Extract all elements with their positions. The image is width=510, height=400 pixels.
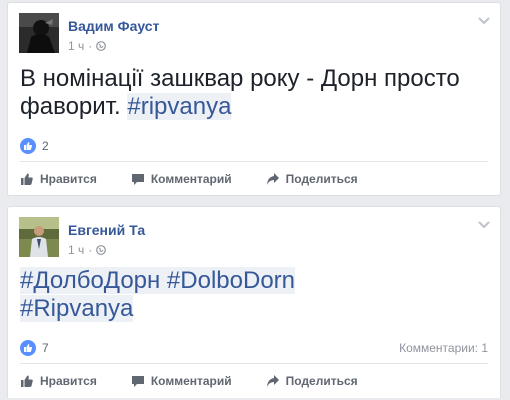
post-text: #ДолбоДорн #DolboDorn #Ripvanya (20, 267, 490, 323)
comment-button[interactable]: Комментарий (131, 374, 232, 388)
post-text: В номінації зашквар року - Дорн просто ф… (20, 65, 490, 121)
like-count[interactable]: 7 (20, 340, 49, 356)
thumb-icon (21, 375, 33, 387)
like-label: Нравится (40, 172, 97, 186)
globe-icon[interactable] (96, 245, 107, 255)
share-icon (266, 173, 279, 185)
comment-button[interactable]: Комментарий (131, 172, 232, 186)
comment-label: Комментарий (150, 172, 232, 186)
meta-separator: · (88, 243, 93, 257)
comments-count[interactable]: Комментарии: 1 (399, 341, 488, 355)
like-count-value: 2 (42, 139, 49, 153)
chevron-down-icon[interactable] (478, 221, 490, 229)
action-bar: Нравится Комментарий Поделиться (20, 374, 392, 388)
post-card: Евгений Та 1 ч · #ДолбоДорн #DolboDorn #… (7, 206, 501, 398)
share-button[interactable]: Поделиться (266, 374, 358, 388)
thumb-icon (21, 173, 33, 185)
post-time[interactable]: 1 ч (68, 243, 84, 257)
share-label: Поделиться (285, 172, 358, 186)
globe-icon[interactable] (96, 41, 107, 51)
author-name[interactable]: Вадим Фауст (68, 18, 159, 34)
post-time[interactable]: 1 ч (68, 39, 84, 53)
post-meta: 1 ч · (68, 39, 107, 53)
like-button[interactable]: Нравится (20, 172, 97, 186)
hashtag-link[interactable]: #ДолбоДорн #DolboDorn (20, 267, 296, 294)
comment-icon (131, 376, 144, 387)
chevron-down-icon[interactable] (478, 17, 490, 25)
avatar[interactable] (19, 217, 59, 257)
share-label: Поделиться (285, 374, 358, 388)
post-card: Вадим Фауст 1 ч · В номінації зашквар ро… (7, 2, 501, 196)
avatar[interactable] (19, 13, 59, 53)
share-icon (266, 375, 279, 387)
like-icon (20, 138, 36, 154)
post-text-body: В номінації зашквар року - Дорн просто ф… (20, 65, 460, 120)
like-icon (20, 340, 36, 356)
meta-separator: · (88, 39, 93, 53)
divider (20, 161, 488, 162)
post-meta: 1 ч · (68, 243, 107, 257)
comment-icon (131, 174, 144, 185)
author-name[interactable]: Евгений Та (68, 222, 145, 238)
share-button[interactable]: Поделиться (266, 172, 358, 186)
like-label: Нравится (40, 374, 97, 388)
hashtag-link[interactable]: #ripvanya (127, 93, 232, 120)
like-count[interactable]: 2 (20, 138, 49, 154)
comment-label: Комментарий (150, 374, 232, 388)
like-button[interactable]: Нравится (20, 374, 97, 388)
action-bar: Нравится Комментарий Поделиться (20, 172, 392, 186)
divider (20, 363, 488, 364)
hashtag-link[interactable]: #Ripvanya (20, 295, 134, 322)
like-count-value: 7 (42, 341, 49, 355)
